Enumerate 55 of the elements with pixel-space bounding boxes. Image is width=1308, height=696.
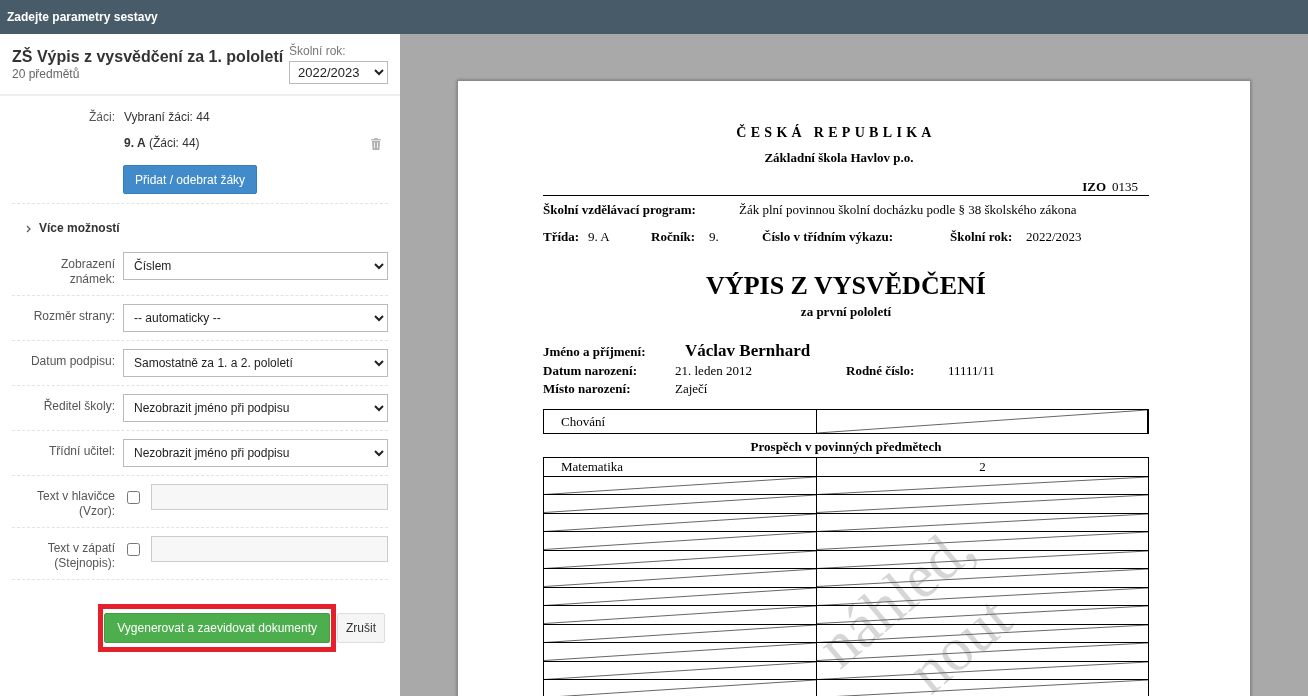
table-cell: Matematika [543,457,817,476]
table-cell: 2 [816,457,1149,476]
field-label: Místo narození: [543,380,631,398]
field-value: Zaječí [675,380,708,398]
field-label: Třída: [543,229,580,245]
chevron-icon[interactable] [26,224,31,233]
field-label: Číslo v třídním výkazu: [762,229,894,245]
student-summary: Vybraní žáci: 44 [124,110,210,125]
field-value: 9. A [588,229,610,245]
field-label: Ročník: [651,229,696,245]
more-options-toggle[interactable]: Více možností [39,221,120,236]
field-value: 9. [709,229,719,245]
field-value: 11111/11 [948,362,995,380]
field-label: Datum podpisu: [30,354,115,369]
field-label: Text v zápatí (Stejnopis): [46,541,115,571]
field-label: Text v hlavičce (Vzor): [35,489,115,519]
table-cell: Chování [543,409,817,434]
dropdown[interactable]: Nezobrazit jméno při podpisu [123,394,388,422]
field-value: Žák plní povinnou školní docházku podle § 38 školského zákona [739,202,1077,218]
field-label: Školní rok: [289,44,346,58]
field-value: 2022/2023 [1026,229,1082,245]
field-label: Rodné číslo: [846,362,915,380]
dropdown[interactable]: Číslem [123,252,388,280]
report-title: ZŠ Výpis z vysvědčení za 1. pololetí [12,47,284,67]
dropdown[interactable]: Samostatně za 1. a 2. pololetí [123,349,388,377]
period-subtitle: za první pololetí [800,304,892,320]
field-label: Třídní učitel: [48,444,115,459]
checkbox[interactable] [127,543,140,556]
field-value: 21. leden 2012 [675,362,752,380]
window-title: Zadejte parametry sestavy [7,10,158,24]
section-heading: Prospěch v povinných předmětech [750,439,942,455]
text-field[interactable] [151,536,388,562]
field-label: Zobrazení známek: [59,257,115,287]
year-dropdown[interactable]: 2022/2023 [289,61,388,84]
field-label: Datum narození: [543,362,637,380]
school-name: Základní škola Havlov p.o. [764,150,914,166]
field-label: Rozměr strany: [33,309,115,324]
checkbox[interactable] [127,491,140,504]
izo-label: IZO [1082,179,1106,194]
field-label: Školní vzdělávací program: [543,202,697,218]
field-label: Ředitel školy: [43,399,115,414]
document-title: VÝPIS Z VYSVĚDČENÍ [706,271,986,301]
add-remove-students-button[interactable]: Přidat / odebrat žáky [123,165,258,194]
izo-value: 0135 [1112,179,1138,194]
cancel-button[interactable]: Zrušit [337,613,385,643]
student-name: Václav Bernhard [685,341,811,361]
field-label: Školní rok: [950,229,1013,245]
subject-count: 20 předmětů [12,67,80,82]
class-group: 9. A (Žáci: 44) [124,136,200,151]
field-label: Jméno a příjmení: [543,343,647,361]
dropdown[interactable]: -- automaticky -- [123,304,388,332]
text-field[interactable] [151,484,388,510]
dropdown[interactable]: Nezobrazit jméno při podpisu [123,439,388,467]
field-label: Žáci: [89,110,115,125]
country-heading: ČESKÁ REPUBLIKA [736,124,936,142]
